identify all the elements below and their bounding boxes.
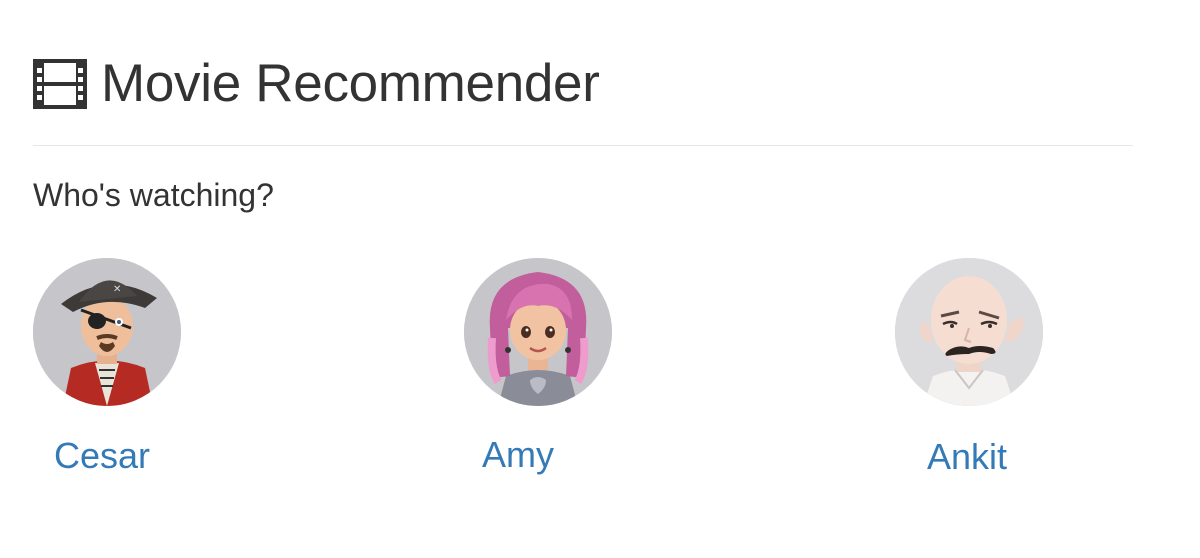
header-divider	[33, 145, 1133, 146]
profile-ankit[interactable]: Ankit	[895, 258, 1055, 478]
profile-name-amy[interactable]: Amy	[482, 435, 554, 475]
profile-cesar[interactable]: ✕ Cesar	[33, 258, 193, 478]
page: Movie Recommender Who's watching? ✕ Cesa…	[0, 0, 1200, 558]
film-icon	[33, 59, 87, 109]
page-header: Movie Recommender	[33, 54, 600, 114]
pink-hair-girl-avatar-icon[interactable]	[464, 258, 612, 406]
whos-watching-prompt: Who's watching?	[33, 177, 274, 213]
page-title: Movie Recommender	[101, 54, 600, 113]
pirate-avatar-icon[interactable]: ✕	[33, 258, 181, 406]
profile-name-ankit[interactable]: Ankit	[927, 437, 1007, 477]
bald-mustache-avatar-icon[interactable]	[895, 258, 1043, 406]
svg-text:✕: ✕	[113, 284, 121, 295]
profile-name-cesar[interactable]: Cesar	[54, 436, 150, 476]
profile-amy[interactable]: Amy	[464, 258, 624, 478]
